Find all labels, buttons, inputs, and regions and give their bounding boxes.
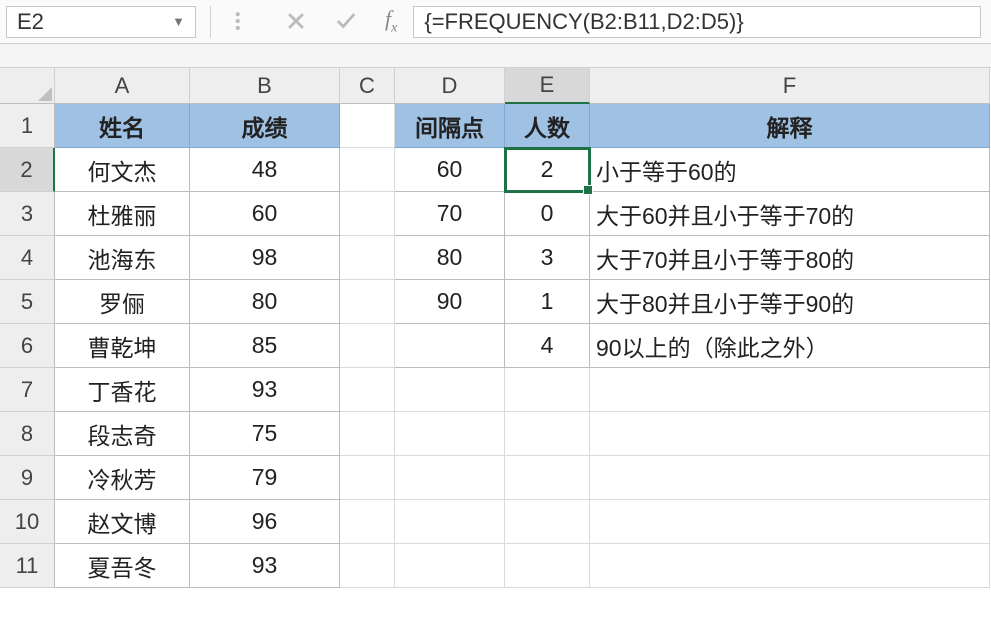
col-header-E[interactable]: E <box>505 68 590 104</box>
cell-B1[interactable]: 成绩 <box>190 104 340 148</box>
cell-F4[interactable]: 大于70并且小于等于80的 <box>590 236 990 280</box>
cell-E6[interactable]: 4 <box>505 324 590 368</box>
name-box[interactable]: E2 ▼ <box>6 6 196 38</box>
cell-F2[interactable]: 小于等于60的 <box>590 148 990 192</box>
cell-A2[interactable]: 何文杰 <box>55 148 190 192</box>
cell-C7[interactable] <box>340 368 395 412</box>
cell-A9[interactable]: 冷秋芳 <box>55 456 190 500</box>
divider <box>210 6 211 38</box>
formula-text: {=FREQUENCY(B2:B11,D2:D5)} <box>424 9 743 35</box>
range-icon[interactable] <box>235 10 257 32</box>
cell-E9[interactable] <box>505 456 590 500</box>
row-header-9[interactable]: 9 <box>0 456 55 500</box>
cell-E7[interactable] <box>505 368 590 412</box>
cell-C11[interactable] <box>340 544 395 588</box>
cell-B9[interactable]: 79 <box>190 456 340 500</box>
col-header-D[interactable]: D <box>395 68 505 104</box>
row-header-8[interactable]: 8 <box>0 412 55 456</box>
spreadsheet-app: E2 ▼ fx {=FREQUENCY(B2:B11,D2:D5)} A B <box>0 0 991 644</box>
cell-E1[interactable]: 人数 <box>505 104 590 148</box>
cell-F5[interactable]: 大于80并且小于等于90的 <box>590 280 990 324</box>
cell-E5[interactable]: 1 <box>505 280 590 324</box>
cell-F3[interactable]: 大于60并且小于等于70的 <box>590 192 990 236</box>
cell-D1[interactable]: 间隔点 <box>395 104 505 148</box>
cell-B5[interactable]: 80 <box>190 280 340 324</box>
formula-bar-icons: fx <box>235 6 397 36</box>
cell-A10[interactable]: 赵文博 <box>55 500 190 544</box>
fx-icon[interactable]: fx <box>385 6 397 36</box>
cell-E3[interactable]: 0 <box>505 192 590 236</box>
cell-F8[interactable] <box>590 412 990 456</box>
cell-A7[interactable]: 丁香花 <box>55 368 190 412</box>
cell-D3[interactable]: 70 <box>395 192 505 236</box>
cell-D9[interactable] <box>395 456 505 500</box>
cell-C6[interactable] <box>340 324 395 368</box>
cell-F7[interactable] <box>590 368 990 412</box>
row-header-3[interactable]: 3 <box>0 192 55 236</box>
row-header-1[interactable]: 1 <box>0 104 55 148</box>
grid: A B C D E F 1 姓名 成绩 间隔点 人数 解释 2 何文杰 48 6… <box>0 68 991 588</box>
col-header-B[interactable]: B <box>190 68 340 104</box>
cancel-icon[interactable] <box>285 10 307 32</box>
cell-D11[interactable] <box>395 544 505 588</box>
cell-C5[interactable] <box>340 280 395 324</box>
dropdown-icon[interactable]: ▼ <box>172 14 185 29</box>
row-header-11[interactable]: 11 <box>0 544 55 588</box>
col-header-F[interactable]: F <box>590 68 990 104</box>
select-all-corner[interactable] <box>0 68 55 104</box>
cell-C8[interactable] <box>340 412 395 456</box>
cell-D4[interactable]: 80 <box>395 236 505 280</box>
cell-A11[interactable]: 夏吾冬 <box>55 544 190 588</box>
cell-C10[interactable] <box>340 500 395 544</box>
name-box-value: E2 <box>17 9 44 35</box>
cell-D2[interactable]: 60 <box>395 148 505 192</box>
row-header-5[interactable]: 5 <box>0 280 55 324</box>
cell-A3[interactable]: 杜雅丽 <box>55 192 190 236</box>
cell-C1[interactable] <box>340 104 395 148</box>
cell-F6[interactable]: 90以上的（除此之外） <box>590 324 990 368</box>
cell-D5[interactable]: 90 <box>395 280 505 324</box>
cell-F11[interactable] <box>590 544 990 588</box>
cell-B10[interactable]: 96 <box>190 500 340 544</box>
cell-B4[interactable]: 98 <box>190 236 340 280</box>
cell-F10[interactable] <box>590 500 990 544</box>
confirm-icon[interactable] <box>335 10 357 32</box>
cell-B3[interactable]: 60 <box>190 192 340 236</box>
cell-C2[interactable] <box>340 148 395 192</box>
row-header-10[interactable]: 10 <box>0 500 55 544</box>
col-header-C[interactable]: C <box>340 68 395 104</box>
cell-D6[interactable] <box>395 324 505 368</box>
row-header-2[interactable]: 2 <box>0 148 55 192</box>
cell-D10[interactable] <box>395 500 505 544</box>
cell-C3[interactable] <box>340 192 395 236</box>
cell-B7[interactable]: 93 <box>190 368 340 412</box>
cell-E11[interactable] <box>505 544 590 588</box>
cell-A8[interactable]: 段志奇 <box>55 412 190 456</box>
row-header-4[interactable]: 4 <box>0 236 55 280</box>
cell-D8[interactable] <box>395 412 505 456</box>
cell-B11[interactable]: 93 <box>190 544 340 588</box>
row-header-6[interactable]: 6 <box>0 324 55 368</box>
cell-A1[interactable]: 姓名 <box>55 104 190 148</box>
cell-B8[interactable]: 75 <box>190 412 340 456</box>
row-header-7[interactable]: 7 <box>0 368 55 412</box>
cell-E4[interactable]: 3 <box>505 236 590 280</box>
cell-E2[interactable]: 2 <box>505 148 590 192</box>
cell-C4[interactable] <box>340 236 395 280</box>
col-header-A[interactable]: A <box>55 68 190 104</box>
formula-bar: E2 ▼ fx {=FREQUENCY(B2:B11,D2:D5)} <box>0 0 991 44</box>
cell-A6[interactable]: 曹乾坤 <box>55 324 190 368</box>
cell-A4[interactable]: 池海东 <box>55 236 190 280</box>
cell-B2[interactable]: 48 <box>190 148 340 192</box>
cell-F9[interactable] <box>590 456 990 500</box>
cell-F1[interactable]: 解释 <box>590 104 990 148</box>
cell-E8[interactable] <box>505 412 590 456</box>
formula-input[interactable]: {=FREQUENCY(B2:B11,D2:D5)} <box>413 6 981 38</box>
cell-E10[interactable] <box>505 500 590 544</box>
cell-B6[interactable]: 85 <box>190 324 340 368</box>
cell-D7[interactable] <box>395 368 505 412</box>
header-spacer <box>0 44 991 68</box>
cell-A5[interactable]: 罗俪 <box>55 280 190 324</box>
cell-C9[interactable] <box>340 456 395 500</box>
